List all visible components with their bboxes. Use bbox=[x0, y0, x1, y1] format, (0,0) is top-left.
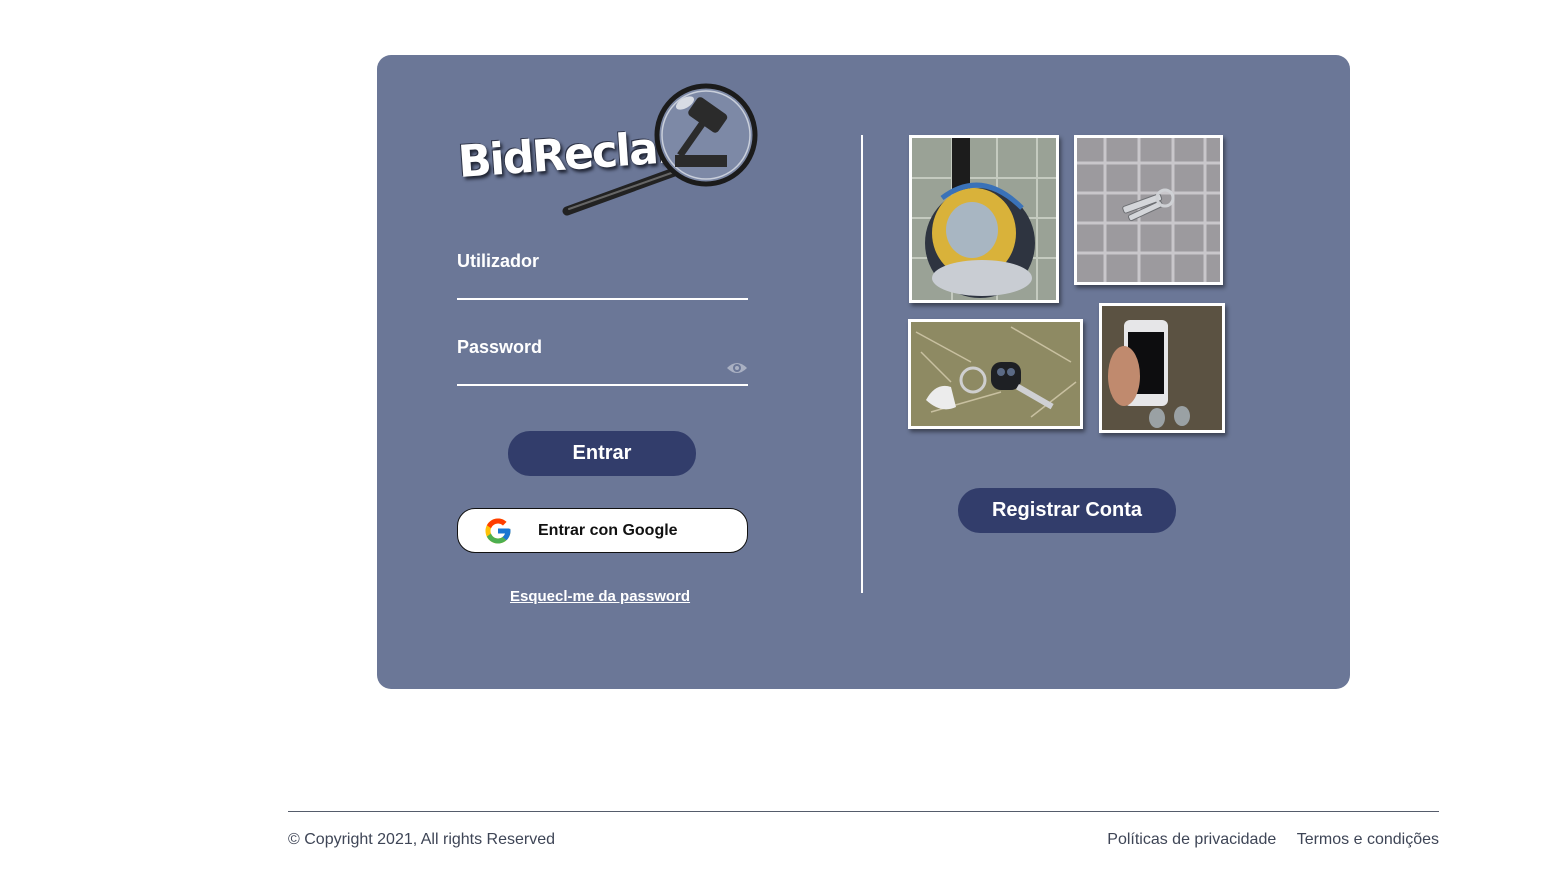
username-label: Utilizador bbox=[457, 251, 540, 271]
username-input[interactable] bbox=[457, 271, 717, 297]
password-input[interactable] bbox=[457, 357, 717, 383]
photo-backpack bbox=[909, 135, 1059, 303]
privacy-policy-link[interactable]: Políticas de privacidade bbox=[1107, 831, 1276, 848]
photo-car-key bbox=[908, 319, 1083, 429]
password-underline bbox=[457, 384, 748, 386]
magnifier-gavel-icon bbox=[562, 83, 758, 216]
google-login-button[interactable]: Entrar con Google bbox=[457, 508, 748, 553]
footer-divider bbox=[288, 811, 1439, 812]
username-underline bbox=[457, 298, 748, 300]
google-icon bbox=[485, 518, 511, 544]
photo-keys-on-tiles bbox=[1074, 135, 1223, 285]
login-card: BidReclaim Utilizador Password Entrar En… bbox=[377, 55, 1350, 689]
password-label: Password bbox=[457, 337, 543, 357]
copyright-text: © Copyright 2021, All rights Reserved bbox=[288, 831, 556, 848]
bidreclaim-logo: BidReclaim bbox=[456, 83, 762, 223]
photo-phone bbox=[1099, 303, 1225, 433]
terms-link[interactable]: Termos e condições bbox=[1297, 831, 1439, 848]
vertical-divider bbox=[861, 135, 863, 593]
forgot-password-link[interactable]: Esquecl-me da password bbox=[510, 588, 690, 605]
footer-links: Políticas de privacidade Termos e condiç… bbox=[1091, 831, 1439, 849]
register-button[interactable]: Registrar Conta bbox=[958, 488, 1176, 533]
google-login-label: Entrar con Google bbox=[538, 522, 678, 539]
login-button[interactable]: Entrar bbox=[508, 431, 696, 476]
eye-icon[interactable] bbox=[726, 360, 748, 376]
